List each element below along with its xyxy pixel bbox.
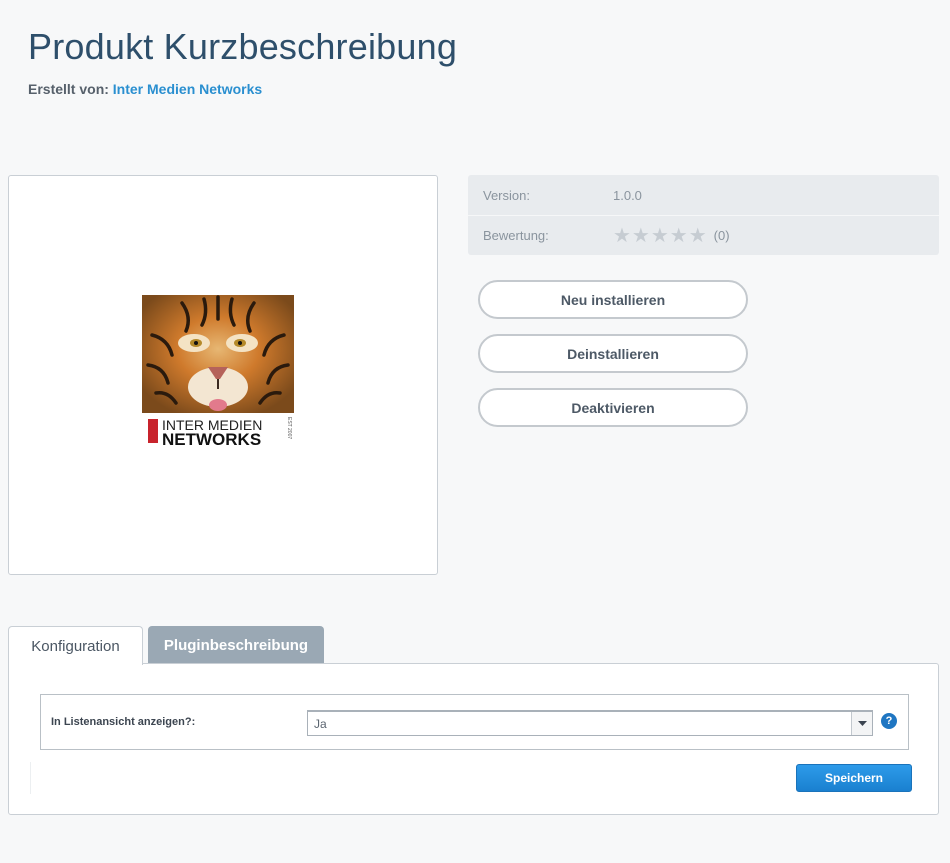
chevron-down-icon[interactable] <box>851 712 872 735</box>
rating-row: Bewertung: ★★★★★ (0) <box>468 215 939 255</box>
author-link[interactable]: Inter Medien Networks <box>113 81 262 97</box>
deactivate-button[interactable]: Deaktivieren <box>478 388 748 427</box>
tab-pluginbeschreibung[interactable]: Pluginbeschreibung <box>148 626 324 664</box>
rating-label: Bewertung: <box>483 228 549 243</box>
version-label: Version: <box>483 187 530 203</box>
divider <box>30 762 31 794</box>
uninstall-button[interactable]: Deinstallieren <box>478 334 748 373</box>
star-icon: ★★★★★ <box>613 224 708 247</box>
plugin-info-box: Version: 1.0.0 Bewertung: ★★★★★ (0) <box>468 175 939 255</box>
author-line: Erstellt von: Inter Medien Networks <box>28 81 262 97</box>
config-form: In Listenansicht anzeigen?: Ja ? <box>40 694 909 750</box>
help-icon[interactable]: ? <box>881 713 897 729</box>
rating-count: (0) <box>713 228 730 243</box>
list-view-select[interactable]: Ja <box>307 710 873 736</box>
version-value: 1.0.0 <box>613 187 642 203</box>
tab-konfiguration[interactable]: Konfiguration <box>8 626 143 665</box>
list-view-label: In Listenansicht anzeigen?: <box>51 716 196 728</box>
rating-value: ★★★★★ (0) <box>613 226 730 246</box>
plugin-image-panel: INTER MEDIEN NETWORKS EST 2007 <box>8 175 438 575</box>
logo-est: EST 2007 <box>286 417 292 439</box>
author-prefix: Erstellt von: <box>28 81 109 97</box>
config-panel: In Listenansicht anzeigen?: Ja ? Speiche… <box>8 663 939 815</box>
save-button[interactable]: Speichern <box>796 764 912 792</box>
plugin-logo: INTER MEDIEN NETWORKS EST 2007 <box>142 295 294 447</box>
reinstall-button[interactable]: Neu installieren <box>478 280 748 319</box>
list-view-select-value: Ja <box>314 717 327 731</box>
version-row: Version: 1.0.0 <box>468 175 939 215</box>
logo-line2: NETWORKS <box>162 430 261 447</box>
page-title: Produkt Kurzbeschreibung <box>28 26 458 67</box>
